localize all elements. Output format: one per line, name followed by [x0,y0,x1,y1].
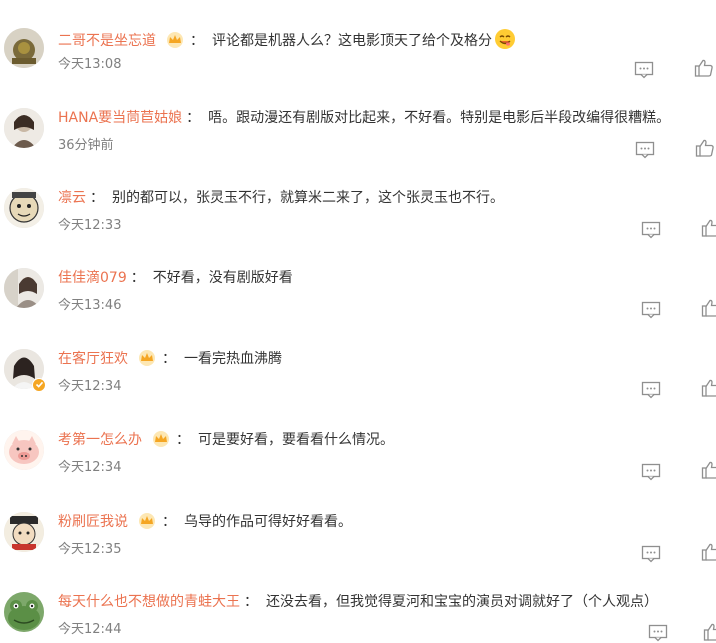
comment-text: 唔。跟动漫还有剧版对比起来，不好看。特别是电影后半段改编得很糟糕。 [208,110,671,126]
comment-bubble-icon[interactable] [648,623,668,643]
separator-colon: ： [90,190,104,206]
crown-badge-icon [139,350,155,366]
comment-time: 今天12:34 [58,379,122,394]
comment-line: 粉刷匠我说 ： 乌导的作品可得好好看看。 [58,512,352,532]
username-link[interactable]: 凛云 [58,190,86,206]
comment-text: 别的都可以，张灵玉不行，就算米二来了，这个张灵玉也不行。 [112,190,504,206]
thumbs-up-icon[interactable] [701,218,716,238]
comment-text: 不好看，没有剧版好看 [152,270,293,286]
comment-time: 36分钟前 [58,138,114,153]
username-link[interactable]: 二哥不是坐忘道 [58,33,156,49]
comment-bubble-icon[interactable] [641,300,661,320]
comment-line: 考第一怎么办 ： 可是要好看，要看看什么情况。 [58,430,394,450]
thumbs-up-icon[interactable] [701,542,716,562]
username-link[interactable]: 每天什么也不想做的青蛙大王 [58,594,240,610]
avatar[interactable] [4,512,44,552]
crown-badge-icon [153,431,169,447]
comment-line: 凛云： 别的都可以，张灵玉不行，就算米二来了，这个张灵玉也不行。 [58,188,504,208]
separator-colon: ： [190,33,204,49]
comment-time: 今天13:46 [58,298,122,313]
username-link[interactable]: 佳佳滴079 [58,270,127,286]
comment-line: HANA要当茼苣姑娘： 唔。跟动漫还有剧版对比起来，不好看。特别是电影后半段改编得… [58,108,670,128]
separator-colon: ： [186,110,201,126]
comment-time: 今天12:34 [58,460,122,475]
comment-time: 今天12:44 [58,622,122,637]
avatar[interactable] [4,592,44,632]
comment-text: 可是要好看，要看看什么情况。 [198,432,394,448]
separator-colon: ： [244,594,258,610]
comment-line: 在客厅狂欢 ： 一看完热血沸腾 [58,349,282,369]
comment-line: 佳佳滴079： 不好看，没有剧版好看 [58,268,293,288]
avatar[interactable] [4,28,44,68]
comment-bubble-icon[interactable] [635,140,655,160]
comment-text: 乌导的作品可得好好看看。 [184,514,352,530]
avatar[interactable] [4,430,44,470]
comment-text: 一看完热血沸腾 [184,351,282,367]
username-link[interactable]: 考第一怎么办 [58,432,142,448]
comment-time: 今天12:33 [58,218,122,233]
separator-colon: ： [130,270,145,286]
thumbs-up-icon[interactable] [694,58,714,78]
avatar[interactable] [4,188,44,228]
comment-line: 二哥不是坐忘道 ： 评论都是机器人么？这电影顶天了给个及格分 [58,28,516,51]
comment-bubble-icon[interactable] [641,462,661,482]
crown-badge-icon [139,513,155,529]
thumbs-up-icon[interactable] [695,138,715,158]
avatar[interactable] [4,108,44,148]
thumbs-up-icon[interactable] [703,622,716,642]
comment-time: 今天12:35 [58,542,122,557]
comment-text: 还没去看，但我觉得夏河和宝宝的演员对调就好了（个人观点） [266,594,658,610]
avatar[interactable] [4,268,44,308]
comment-bubble-icon[interactable] [641,544,661,564]
separator-colon: ： [162,514,176,530]
separator-colon: ： [176,432,190,448]
username-link[interactable]: 在客厅狂欢 [58,351,128,367]
crown-badge-icon [167,32,183,48]
comment-bubble-icon[interactable] [641,220,661,240]
username-link[interactable]: 粉刷匠我说 [58,514,128,530]
separator-colon: ： [162,351,176,367]
yummy-face-emoji [495,29,515,49]
thumbs-up-icon[interactable] [701,378,716,398]
comment-time: 今天13:08 [58,57,122,72]
comment-bubble-icon[interactable] [634,60,654,80]
comment-text: 评论都是机器人么？这电影顶天了给个及格分 [212,33,492,49]
username-link[interactable]: HANA要当茼苣姑娘 [58,110,182,126]
thumbs-up-icon[interactable] [701,298,716,318]
thumbs-up-icon[interactable] [701,460,716,480]
verified-badge-icon [32,378,46,392]
comment-bubble-icon[interactable] [641,380,661,400]
comment-line: 每天什么也不想做的青蛙大王： 还没去看，但我觉得夏河和宝宝的演员对调就好了（个人观… [58,592,658,612]
